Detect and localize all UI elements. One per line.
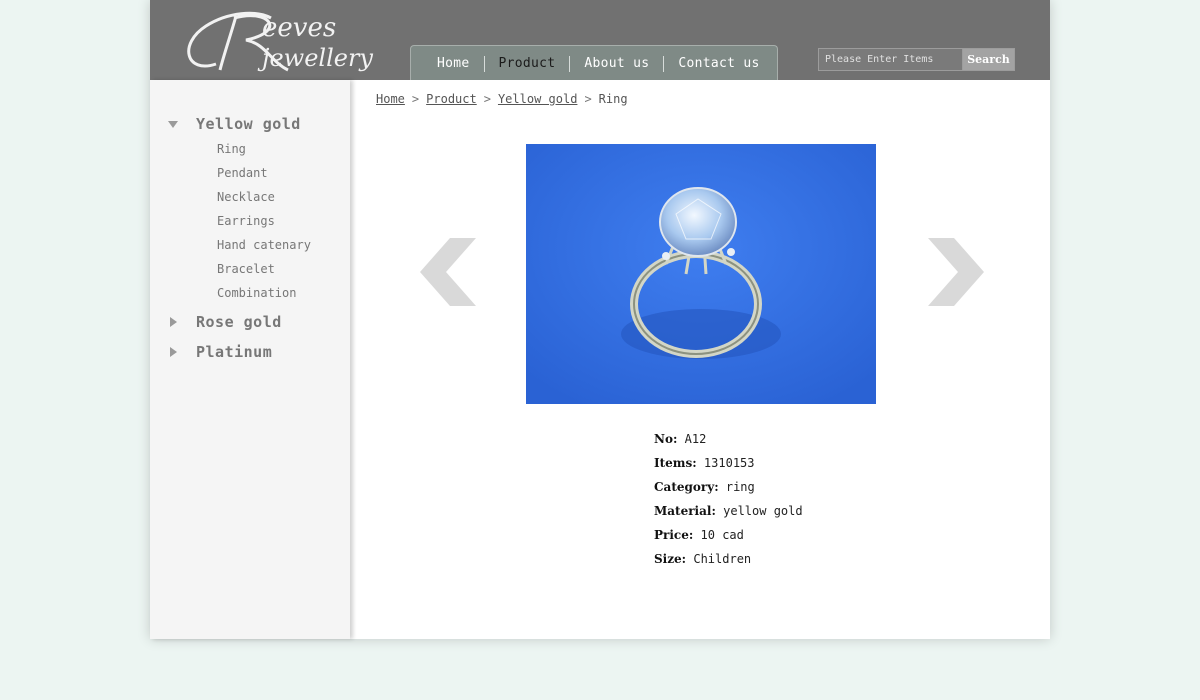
main-content: Home > Product > Yellow gold > Ring No: … xyxy=(350,80,1050,639)
detail-size: Size: Children xyxy=(654,549,803,573)
nav-contact-us[interactable]: Contact us xyxy=(664,57,773,71)
breadcrumb-current: Ring xyxy=(598,92,628,106)
category-rose-gold: Rose gold xyxy=(150,312,350,332)
search-input[interactable] xyxy=(818,48,963,71)
product-details: No: A12 Items: 1310153 Category: ring Ma… xyxy=(654,429,803,573)
detail-value: Children xyxy=(693,552,752,566)
chevron-right-icon: > xyxy=(584,92,592,106)
subcategory-list: Ring Pendant Necklace Earrings Hand cate… xyxy=(150,140,350,308)
subcategory-necklace[interactable]: Necklace xyxy=(150,188,350,212)
chevron-right-icon xyxy=(928,238,984,306)
category-label: Platinum xyxy=(196,343,273,361)
detail-category: Category: ring xyxy=(654,477,803,501)
detail-label: No: xyxy=(654,432,678,446)
subcategory-earrings[interactable]: Earrings xyxy=(150,212,350,236)
nav-home[interactable]: Home xyxy=(423,57,484,71)
triangle-right-icon xyxy=(150,347,196,357)
search-button[interactable]: Search xyxy=(963,48,1015,71)
detail-label: Price: xyxy=(654,528,694,542)
subcategory-combination[interactable]: Combination xyxy=(150,284,350,308)
detail-label: Items: xyxy=(654,456,697,470)
breadcrumb-home[interactable]: Home xyxy=(376,92,405,106)
category-platinum: Platinum xyxy=(150,342,350,362)
category-header-platinum[interactable]: Platinum xyxy=(150,342,350,362)
main-nav: Home Product About us Contact us xyxy=(410,45,778,80)
prev-image-button[interactable] xyxy=(420,238,478,306)
svg-text:jewellery: jewellery xyxy=(257,44,373,72)
page-container: eeves jewellery Home Product About us Co… xyxy=(150,0,1050,639)
category-yellow-gold: Yellow gold Ring Pendant Necklace Earrin… xyxy=(150,114,350,308)
next-image-button[interactable] xyxy=(926,238,984,306)
detail-items: Items: 1310153 xyxy=(654,453,803,477)
breadcrumb-product[interactable]: Product xyxy=(426,92,477,106)
detail-value: ring xyxy=(725,480,755,494)
category-label: Rose gold xyxy=(196,313,282,331)
category-sidebar: Yellow gold Ring Pendant Necklace Earrin… xyxy=(150,80,350,639)
breadcrumb-yellow-gold[interactable]: Yellow gold xyxy=(498,92,577,106)
site-header: eeves jewellery Home Product About us Co… xyxy=(150,0,1050,80)
chevron-right-icon: > xyxy=(411,92,420,106)
subcategory-bracelet[interactable]: Bracelet xyxy=(150,260,350,284)
chevron-right-icon: > xyxy=(483,92,491,106)
detail-value: 1310153 xyxy=(703,456,755,470)
nav-product[interactable]: Product xyxy=(485,57,570,71)
breadcrumb: Home > Product > Yellow gold > Ring xyxy=(376,92,628,106)
detail-label: Size: xyxy=(654,552,687,566)
category-header-rose-gold[interactable]: Rose gold xyxy=(150,312,350,332)
subcategory-ring[interactable]: Ring xyxy=(150,140,350,164)
product-image xyxy=(526,144,876,404)
subcategory-hand-catenary[interactable]: Hand catenary xyxy=(150,236,350,260)
triangle-right-icon xyxy=(150,317,196,327)
detail-value: yellow gold xyxy=(723,504,803,518)
svg-text:eeves: eeves xyxy=(262,13,336,43)
chevron-left-icon xyxy=(420,238,476,306)
subcategory-pendant[interactable]: Pendant xyxy=(150,164,350,188)
detail-material: Material: yellow gold xyxy=(654,501,803,525)
category-label: Yellow gold xyxy=(196,115,301,133)
triangle-down-icon xyxy=(150,120,196,128)
ring-photo-icon xyxy=(526,144,876,404)
detail-value: A12 xyxy=(684,432,707,446)
detail-no: No: A12 xyxy=(654,429,803,453)
brand-logo[interactable]: eeves jewellery xyxy=(176,4,376,76)
search-bar: Search xyxy=(818,48,1016,71)
detail-label: Category: xyxy=(654,480,719,494)
detail-value: 10 cad xyxy=(700,528,744,542)
detail-price: Price: 10 cad xyxy=(654,525,803,549)
category-header-yellow-gold[interactable]: Yellow gold xyxy=(150,114,350,134)
nav-about-us[interactable]: About us xyxy=(570,57,663,71)
detail-label: Material: xyxy=(654,504,716,518)
